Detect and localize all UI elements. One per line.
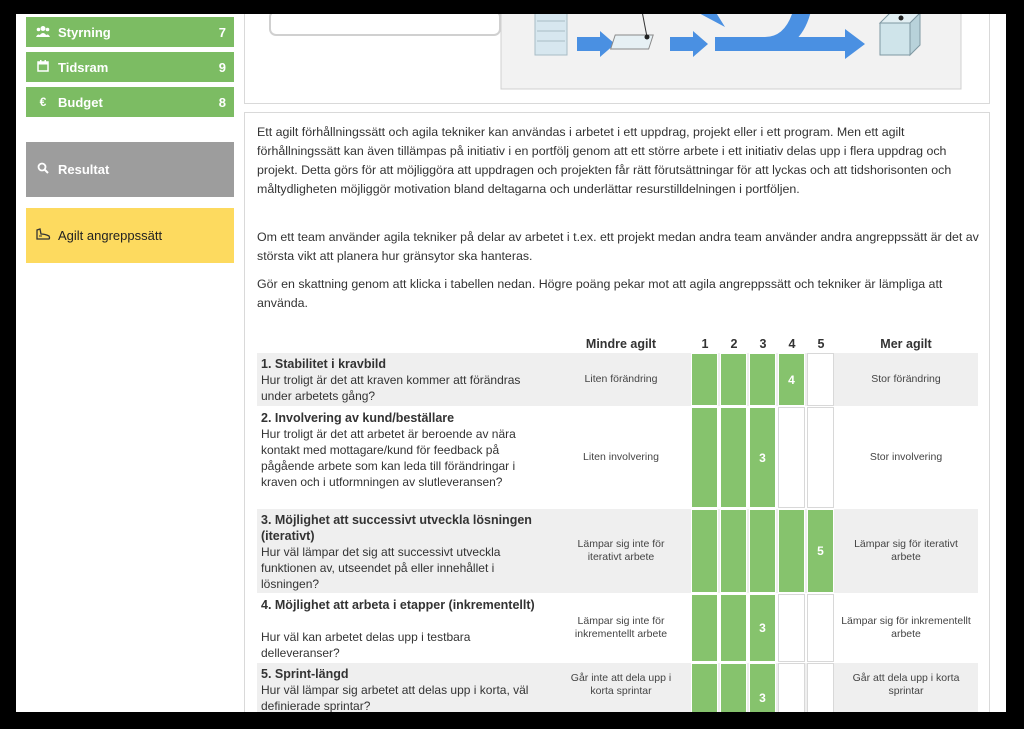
score-cell-3-5[interactable]: 5 bbox=[807, 509, 834, 593]
sidebar-item-styrning[interactable]: Styrning 7 bbox=[26, 17, 234, 47]
score-cell-2-4[interactable] bbox=[778, 407, 805, 508]
score-cell-3-4[interactable] bbox=[778, 509, 805, 593]
less-agile-label: Går inte att dela upp i korta sprintar bbox=[570, 672, 672, 697]
table-row: 1. Stabilitet i kravbild Hur troligt är … bbox=[257, 353, 978, 406]
header-scale-2: 2 bbox=[730, 337, 738, 351]
sidebar-item-tidsram[interactable]: Tidsram 9 bbox=[26, 52, 234, 82]
header-scale-5: 5 bbox=[817, 337, 825, 351]
more-agile-label: Lämpar sig för iterativt arbete bbox=[854, 538, 958, 563]
more-agile-label: Lämpar sig för inkrementellt arbete bbox=[841, 615, 971, 640]
score-cell-5-1[interactable] bbox=[691, 663, 718, 712]
table-row: 3. Möjlighet att successivt utveckla lös… bbox=[257, 509, 978, 593]
sidebar-item-label: Budget bbox=[58, 94, 103, 110]
score-cell-2-3[interactable]: 3 bbox=[749, 407, 776, 508]
sidebar-item-count: 9 bbox=[218, 59, 226, 75]
cube-icon bbox=[878, 14, 921, 57]
less-agile-label: Liten förändring bbox=[584, 373, 658, 385]
people-icon bbox=[34, 25, 52, 40]
diagram-panel bbox=[244, 14, 990, 104]
less-agile-label: Lämpar sig inte för iterativt arbete bbox=[577, 538, 665, 563]
table-row: 2. Involvering av kund/beställare Hur tr… bbox=[257, 407, 978, 508]
more-agile-label: Går att dela upp i korta sprintar bbox=[852, 672, 960, 697]
header-scale-3: 3 bbox=[759, 337, 767, 351]
sidebar-item-budget[interactable]: € Budget 8 bbox=[26, 87, 234, 117]
score-cell-5-3[interactable]: 3 bbox=[749, 663, 776, 712]
question-description: Hur troligt är det att kraven kommer att… bbox=[261, 373, 521, 403]
question-description: Hur väl kan arbetet delas upp i testbara… bbox=[261, 630, 471, 660]
header-more-agile: Mer agilt bbox=[880, 337, 932, 351]
score-cell-2-5[interactable] bbox=[807, 407, 834, 508]
score-cell-5-5[interactable] bbox=[807, 663, 834, 712]
score-cell-4-4[interactable] bbox=[778, 594, 805, 662]
less-agile-label: Lämpar sig inte för inkrementellt arbete bbox=[574, 615, 668, 640]
score-cell-1-3[interactable] bbox=[749, 353, 776, 406]
score-cell-3-2[interactable] bbox=[720, 509, 747, 593]
table-row: 4. Möjlighet att arbeta i etapper (inkre… bbox=[257, 594, 978, 662]
sidebar-item-resultat[interactable]: Resultat bbox=[26, 142, 234, 197]
table-row: 5. Sprint-längd Hur väl lämpar sig arbet… bbox=[257, 663, 978, 712]
sidebar-item-agilt[interactable]: Agilt angreppssätt bbox=[26, 208, 234, 263]
intro-paragraph-2: Om ett team använder agila tekniker på d… bbox=[257, 230, 979, 263]
question-description: Hur troligt är det att arbetet är beroen… bbox=[261, 427, 516, 489]
shoe-icon bbox=[34, 228, 52, 243]
process-diagram bbox=[269, 14, 962, 90]
sidebar-item-label: Tidsram bbox=[58, 59, 109, 75]
score-cell-3-1[interactable] bbox=[691, 509, 718, 593]
score-cell-2-1[interactable] bbox=[691, 407, 718, 508]
score-cell-4-1[interactable] bbox=[691, 594, 718, 662]
header-scale-4: 4 bbox=[788, 337, 796, 351]
sidebar-item-count: 7 bbox=[218, 24, 226, 40]
calendar-icon bbox=[34, 59, 52, 75]
less-agile-label: Liten involvering bbox=[583, 451, 659, 463]
score-cell-1-5[interactable] bbox=[807, 353, 834, 406]
score-cell-4-2[interactable] bbox=[720, 594, 747, 662]
question-title: 4. Möjlighet att arbeta i etapper (inkre… bbox=[261, 598, 535, 612]
score-cell-3-3[interactable] bbox=[749, 509, 776, 593]
question-title: 5. Sprint-längd bbox=[261, 667, 349, 681]
score-cell-4-5[interactable] bbox=[807, 594, 834, 662]
score-cell-5-4[interactable] bbox=[778, 663, 805, 712]
euro-icon: € bbox=[39, 95, 47, 109]
header-scale-1: 1 bbox=[701, 337, 709, 351]
score-cell-1-1[interactable] bbox=[691, 353, 718, 406]
header-less-agile: Mindre agilt bbox=[585, 337, 657, 351]
sidebar-item-label: Agilt angreppssätt bbox=[58, 228, 163, 243]
intro-paragraph-3: Gör en skattning genom att klicka i tabe… bbox=[257, 277, 943, 310]
score-cell-4-3[interactable]: 3 bbox=[749, 594, 776, 662]
document-stack-icon bbox=[534, 14, 568, 56]
question-title: 1. Stabilitet i kravbild bbox=[261, 357, 387, 371]
content-panel: Ett agilt förhållningssätt och agila tek… bbox=[244, 112, 990, 712]
search-icon bbox=[34, 162, 52, 177]
more-agile-label: Stor involvering bbox=[869, 451, 943, 463]
question-title: 2. Involvering av kund/beställare bbox=[261, 411, 455, 425]
score-cell-1-4[interactable]: 4 bbox=[778, 353, 805, 406]
app-window: Styrning 7 Tidsram 9 € Budget 8 Resultat… bbox=[16, 14, 1006, 712]
sidebar-item-label: Resultat bbox=[58, 162, 110, 177]
score-cell-1-2[interactable] bbox=[720, 353, 747, 406]
sidebar-item-count: 8 bbox=[218, 94, 226, 110]
score-cell-2-2[interactable] bbox=[720, 407, 747, 508]
question-description: Hur väl lämpar sig arbetet att delas upp… bbox=[261, 683, 529, 712]
sidebar-item-label: Styrning bbox=[58, 24, 111, 40]
more-agile-label: Stor förändring bbox=[871, 373, 941, 385]
score-cell-5-2[interactable] bbox=[720, 663, 747, 712]
question-description: Hur väl lämpar det sig att successivt ut… bbox=[261, 545, 501, 591]
intro-paragraph-1: Ett agilt förhållningssätt och agila tek… bbox=[257, 125, 952, 196]
question-title: 3. Möjlighet att successivt utveckla lös… bbox=[261, 513, 532, 543]
